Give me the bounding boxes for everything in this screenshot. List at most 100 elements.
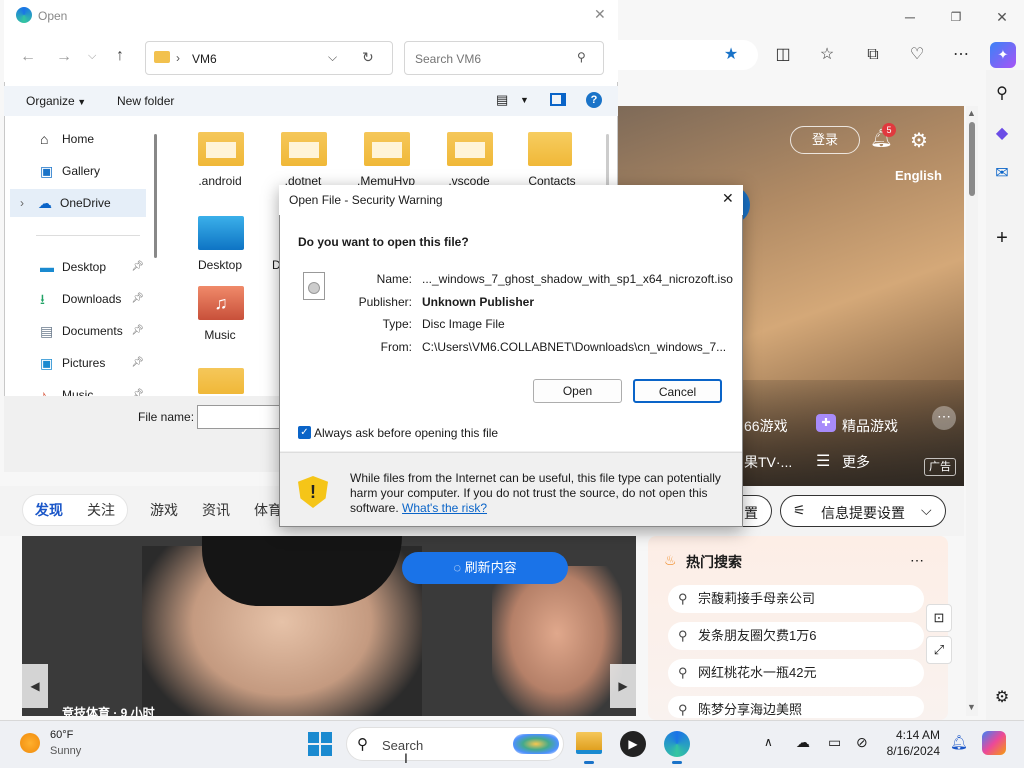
copilot-icon[interactable]: ✦ (990, 42, 1016, 68)
nav-item-music[interactable]: ♪ Music 📌︎ (12, 381, 146, 396)
games-link[interactable]: 66游戏 (744, 416, 788, 436)
clock-time[interactable]: 4:14 AM (886, 728, 940, 742)
hot-item[interactable]: ⚲ 网红桃花水一瓶42元 (668, 659, 924, 687)
expand-chevron-icon[interactable]: › (20, 189, 24, 217)
path-segment[interactable]: VM6 (192, 52, 217, 66)
media-player-icon[interactable]: ▶ (620, 731, 646, 757)
organize-button[interactable]: Organize ▼ (26, 94, 86, 108)
folder-item[interactable]: ♫ Music (178, 282, 262, 342)
sidebar-add-icon[interactable]: + (988, 224, 1016, 252)
recent-chevron-icon[interactable]: ⌵ (88, 50, 96, 63)
path-bar[interactable]: › VM6 ⌵ ↻ (145, 41, 393, 75)
split-screen-icon[interactable]: ◫ (770, 42, 796, 68)
sun-icon[interactable] (20, 733, 40, 753)
security-close-icon[interactable]: ✕ (722, 190, 734, 207)
folder-search-input[interactable] (413, 51, 573, 67)
gear-icon[interactable]: ⚙ (910, 128, 932, 152)
close-icon[interactable]: ✕ (986, 6, 1018, 28)
filename-input[interactable] (197, 405, 287, 429)
more-link[interactable]: 更多 (842, 452, 870, 472)
sidebar-search-icon[interactable]: ⚲ (988, 80, 1016, 108)
nav-item-pictures[interactable]: ▣ Pictures 📌︎ (12, 349, 146, 377)
hot-item[interactable]: ⚲ 宗馥莉接手母亲公司 (668, 585, 924, 613)
help-icon[interactable]: ? (586, 92, 602, 108)
favorites-icon[interactable]: ☆ (814, 42, 840, 68)
always-ask-checkbox[interactable]: ✓ (298, 426, 311, 439)
weather-condition[interactable]: Sunny (50, 745, 81, 757)
more-menu-icon[interactable]: ⋯ (948, 42, 974, 68)
folder-item[interactable]: Contacts (510, 128, 594, 188)
nav-item-documents[interactable]: ▤ Documents 📌︎ (12, 317, 146, 345)
windows-start-icon[interactable] (308, 732, 332, 756)
language-label[interactable]: English (895, 168, 942, 183)
whats-the-risk-link[interactable]: What's the risk? (402, 501, 487, 515)
nav-item-desktop[interactable]: ▬ Desktop 📌︎ (12, 253, 146, 281)
refresh-content-button[interactable]: ◌ 刷新内容 (402, 552, 568, 584)
file-explorer-icon[interactable] (576, 732, 602, 754)
restore-icon[interactable]: ❐ (940, 6, 972, 28)
cancel-button[interactable]: Cancel (633, 379, 722, 403)
hot-more-icon[interactable]: ⋯ (910, 552, 924, 569)
display-icon[interactable]: ▭ (828, 734, 841, 751)
view-options-icon[interactable]: ▤ (496, 92, 508, 108)
folder-item[interactable]: .android (178, 128, 262, 188)
browser-essentials-icon[interactable]: ♡ (904, 42, 930, 68)
weather-temp[interactable]: 60°F (50, 729, 73, 741)
network-icon[interactable]: ☁ (796, 734, 810, 751)
tray-overflow-icon[interactable]: ∧ (764, 735, 773, 749)
tab-sports[interactable]: 体育 (254, 500, 282, 522)
scroll-up-icon[interactable]: ▲ (967, 108, 976, 118)
edge-taskbar-icon[interactable] (664, 731, 690, 757)
nav-item-onedrive[interactable]: › ☁ OneDrive (10, 189, 146, 217)
outlook-icon[interactable]: ✉ (988, 160, 1016, 188)
nav-item-home[interactable]: ⌂ Home (12, 125, 146, 153)
premium-games-link[interactable]: 精品游戏 (842, 416, 898, 436)
always-ask-label[interactable]: Always ask before opening this file (314, 426, 498, 440)
minimize-icon[interactable]: ─ (894, 6, 926, 28)
folder-icon[interactable] (198, 368, 244, 394)
new-folder-button[interactable]: New folder (117, 94, 174, 108)
notification-bell-icon[interactable]: 🔔︎ (950, 734, 968, 751)
scroll-down-icon[interactable]: ▼ (967, 702, 976, 712)
favorite-star-icon[interactable]: ★ (718, 42, 744, 68)
sidebar-settings-icon[interactable]: ⚙ (988, 684, 1016, 712)
open-dialog-close-icon[interactable]: ✕ (594, 6, 606, 23)
clock-date[interactable]: 8/16/2024 (880, 744, 940, 758)
tab-games[interactable]: 游戏 (150, 500, 178, 522)
folder-item[interactable]: Desktop (178, 212, 262, 272)
feed-settings-button[interactable]: ⚟ 信息提要设置 ⌵ (780, 495, 946, 527)
tab-follow[interactable]: 关注 (87, 500, 115, 522)
nav-item-downloads[interactable]: ⭳ Downloads 📌︎ (12, 285, 146, 313)
view-dropdown-icon[interactable]: ▼ (520, 95, 529, 105)
volume-muted-icon[interactable]: ⊘ (856, 734, 868, 751)
folder-item[interactable]: .MemuHyp (344, 128, 428, 188)
screenshot-icon[interactable]: ⊡ (926, 604, 952, 632)
path-dropdown-icon[interactable]: ⌵ (328, 50, 337, 65)
hero-more-icon[interactable]: ⋯ (932, 406, 956, 430)
copilot-taskbar-icon[interactable] (982, 731, 1006, 755)
login-button[interactable]: 登录 (790, 126, 860, 154)
nav-scrollbar[interactable] (154, 134, 157, 258)
tab-info[interactable]: 资讯 (202, 500, 230, 522)
nav-item-gallery[interactable]: ▣ Gallery (12, 157, 146, 185)
taskbar-search-box[interactable]: ⚲ Search (346, 727, 564, 761)
tab-discover[interactable]: 发现 (35, 500, 63, 522)
folder-search-box[interactable]: ⚲ (404, 41, 604, 75)
open-button[interactable]: Open (533, 379, 622, 403)
scroll-thumb[interactable] (969, 122, 975, 196)
folder-item[interactable]: .vscode (427, 128, 511, 188)
preview-pane-icon[interactable] (550, 93, 566, 106)
hot-item[interactable]: ⚲ 发条朋友圈欠费1万6 (668, 622, 924, 650)
page-scrollbar[interactable] (966, 106, 978, 716)
up-arrow-icon[interactable]: ↑ (116, 47, 124, 65)
folder-item[interactable]: .dotnet (261, 128, 345, 188)
tv-link[interactable]: 果TV·... (744, 452, 792, 472)
back-arrow-icon[interactable]: ← (20, 48, 36, 66)
collections-icon[interactable]: ⧉ (860, 42, 886, 68)
sidebar-copilot-icon[interactable]: ◆ (988, 120, 1016, 148)
refresh-path-icon[interactable]: ↻ (362, 49, 374, 66)
forward-arrow-icon[interactable]: → (56, 48, 72, 66)
carousel-prev-icon[interactable]: ◀ (22, 664, 48, 708)
expand-icon[interactable]: ⤢ (926, 636, 952, 664)
hot-item[interactable]: ⚲ 陈梦分享海边美照 (668, 696, 924, 718)
